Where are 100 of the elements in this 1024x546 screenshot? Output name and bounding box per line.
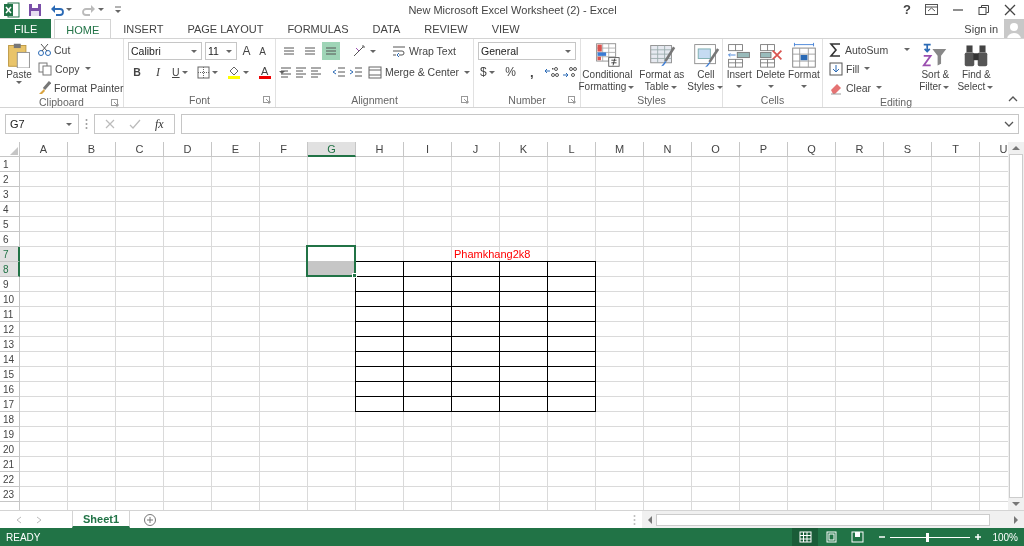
column-header[interactable]: G bbox=[308, 142, 356, 157]
column-header[interactable]: S bbox=[884, 142, 932, 157]
insert-function-button[interactable]: fx bbox=[155, 116, 164, 132]
row-header[interactable]: 1 bbox=[0, 157, 20, 172]
format-as-table-button[interactable]: Format as Table bbox=[638, 41, 686, 93]
align-right-icon[interactable] bbox=[310, 65, 322, 79]
ribbon-tab[interactable]: INSERT bbox=[111, 19, 176, 38]
redo-button[interactable] bbox=[82, 2, 106, 17]
number-format-field[interactable]: General bbox=[478, 42, 576, 60]
scroll-up-icon[interactable] bbox=[1011, 144, 1021, 152]
column-header[interactable]: R bbox=[836, 142, 884, 157]
autosum-button[interactable]: AutoSum bbox=[827, 41, 915, 58]
percent-button[interactable]: % bbox=[501, 63, 520, 81]
sort-filter-button[interactable]: Sort & Filter bbox=[918, 41, 953, 93]
collapse-ribbon-icon[interactable] bbox=[1008, 95, 1018, 103]
row-header[interactable]: 5 bbox=[0, 217, 20, 232]
scroll-left-icon[interactable] bbox=[646, 514, 654, 525]
scroll-down-icon[interactable] bbox=[1011, 500, 1021, 508]
row-header[interactable]: 7 bbox=[0, 247, 20, 262]
formula-input[interactable] bbox=[180, 114, 1019, 134]
ribbon-tab[interactable]: FORMULAS bbox=[275, 19, 361, 38]
ribbon-tab[interactable]: HOME bbox=[54, 19, 112, 39]
ribbon-tab[interactable]: REVIEW bbox=[412, 19, 480, 38]
customize-toolbar-icon[interactable] bbox=[114, 5, 122, 14]
italic-button[interactable]: I bbox=[149, 63, 167, 81]
restore-icon[interactable] bbox=[978, 3, 990, 16]
row-header[interactable]: 2 bbox=[0, 172, 20, 187]
file-tab[interactable]: FILE bbox=[0, 19, 52, 38]
drag-handle-icon[interactable] bbox=[85, 118, 88, 130]
underline-button[interactable]: U bbox=[170, 63, 192, 81]
normal-view-button[interactable] bbox=[792, 528, 819, 546]
fill-button[interactable]: Fill bbox=[827, 60, 915, 77]
fill-handle[interactable] bbox=[352, 273, 357, 278]
format-cells-button[interactable]: Format bbox=[787, 41, 821, 93]
decrease-indent-icon[interactable] bbox=[332, 66, 346, 78]
zoom-slider-thumb[interactable] bbox=[926, 532, 930, 542]
column-header[interactable]: T bbox=[932, 142, 980, 157]
row-header[interactable]: 6 bbox=[0, 232, 20, 247]
zoom-in-icon[interactable] bbox=[974, 533, 983, 541]
row-header[interactable]: 21 bbox=[0, 457, 20, 472]
copy-button[interactable]: Copy bbox=[36, 60, 126, 77]
close-icon[interactable] bbox=[1004, 3, 1016, 16]
clear-button[interactable]: Clear bbox=[827, 79, 915, 96]
dialog-launcher-icon[interactable] bbox=[461, 96, 469, 104]
column-header[interactable]: E bbox=[212, 142, 260, 157]
comma-button[interactable]: , bbox=[522, 63, 541, 81]
grow-font-button[interactable]: A bbox=[240, 42, 253, 60]
merge-center-button[interactable]: Merge & Center bbox=[366, 63, 475, 81]
row-header[interactable]: 15 bbox=[0, 367, 20, 382]
column-header[interactable]: D bbox=[164, 142, 212, 157]
column-header[interactable]: H bbox=[356, 142, 404, 157]
dialog-launcher-icon[interactable] bbox=[111, 99, 119, 107]
row-header[interactable]: 8 bbox=[0, 262, 20, 277]
column-header[interactable]: L bbox=[548, 142, 596, 157]
cell-styles-button[interactable]: Cell Styles bbox=[686, 41, 726, 93]
orientation-icon[interactable] bbox=[352, 44, 365, 58]
increase-indent-icon[interactable] bbox=[349, 66, 363, 78]
ribbon-tab[interactable]: VIEW bbox=[479, 19, 532, 38]
save-icon[interactable] bbox=[28, 2, 42, 17]
excel-logo-icon[interactable] bbox=[4, 1, 20, 18]
find-select-button[interactable]: Find & Select bbox=[956, 41, 997, 93]
increase-decimal-icon[interactable] bbox=[543, 66, 559, 78]
row-header[interactable]: 4 bbox=[0, 202, 20, 217]
row-header[interactable]: 20 bbox=[0, 442, 20, 457]
ribbon-tab[interactable]: DATA bbox=[360, 19, 413, 38]
shrink-font-button[interactable]: A bbox=[256, 42, 269, 60]
column-header[interactable]: A bbox=[20, 142, 68, 157]
expand-icon[interactable] bbox=[1004, 120, 1014, 128]
ribbon-tab[interactable]: PAGE LAYOUT bbox=[175, 19, 276, 38]
align-center-icon[interactable] bbox=[295, 65, 307, 79]
column-header[interactable]: F bbox=[260, 142, 308, 157]
zoom-out-icon[interactable] bbox=[878, 533, 887, 541]
format-painter-button[interactable]: Format Painter bbox=[36, 79, 126, 96]
column-header[interactable]: C bbox=[116, 142, 164, 157]
sign-in-link[interactable]: Sign in bbox=[964, 22, 998, 35]
conditional-formatting-button[interactable]: Conditional Formatting bbox=[577, 41, 638, 93]
add-sheet-icon[interactable] bbox=[144, 513, 157, 526]
align-left-icon[interactable] bbox=[280, 65, 292, 79]
cut-button[interactable]: Cut bbox=[36, 41, 126, 58]
font-color-button[interactable]: A bbox=[255, 63, 274, 81]
drag-handle-icon[interactable] bbox=[633, 513, 636, 526]
bottom-align-button[interactable] bbox=[322, 42, 340, 60]
zoom-level[interactable]: 100% bbox=[992, 531, 1018, 543]
row-header[interactable]: 22 bbox=[0, 472, 20, 487]
ribbon-display-icon[interactable] bbox=[925, 4, 938, 15]
column-header[interactable]: P bbox=[740, 142, 788, 157]
row-header[interactable]: 19 bbox=[0, 427, 20, 442]
row-header[interactable]: 9 bbox=[0, 277, 20, 292]
column-header[interactable]: I bbox=[404, 142, 452, 157]
column-header[interactable]: Q bbox=[788, 142, 836, 157]
paste-button[interactable]: Paste bbox=[4, 41, 34, 93]
column-header[interactable]: U bbox=[980, 142, 1008, 157]
row-header[interactable]: 12 bbox=[0, 322, 20, 337]
row-header[interactable]: 16 bbox=[0, 382, 20, 397]
row-header[interactable]: 18 bbox=[0, 412, 20, 427]
currency-button[interactable]: $ bbox=[478, 63, 499, 81]
help-button[interactable]: ? bbox=[903, 2, 911, 17]
font-size-field[interactable]: 11 bbox=[205, 42, 237, 60]
scroll-right-icon[interactable] bbox=[1012, 514, 1020, 525]
insert-cells-button[interactable]: Insert bbox=[724, 41, 755, 93]
